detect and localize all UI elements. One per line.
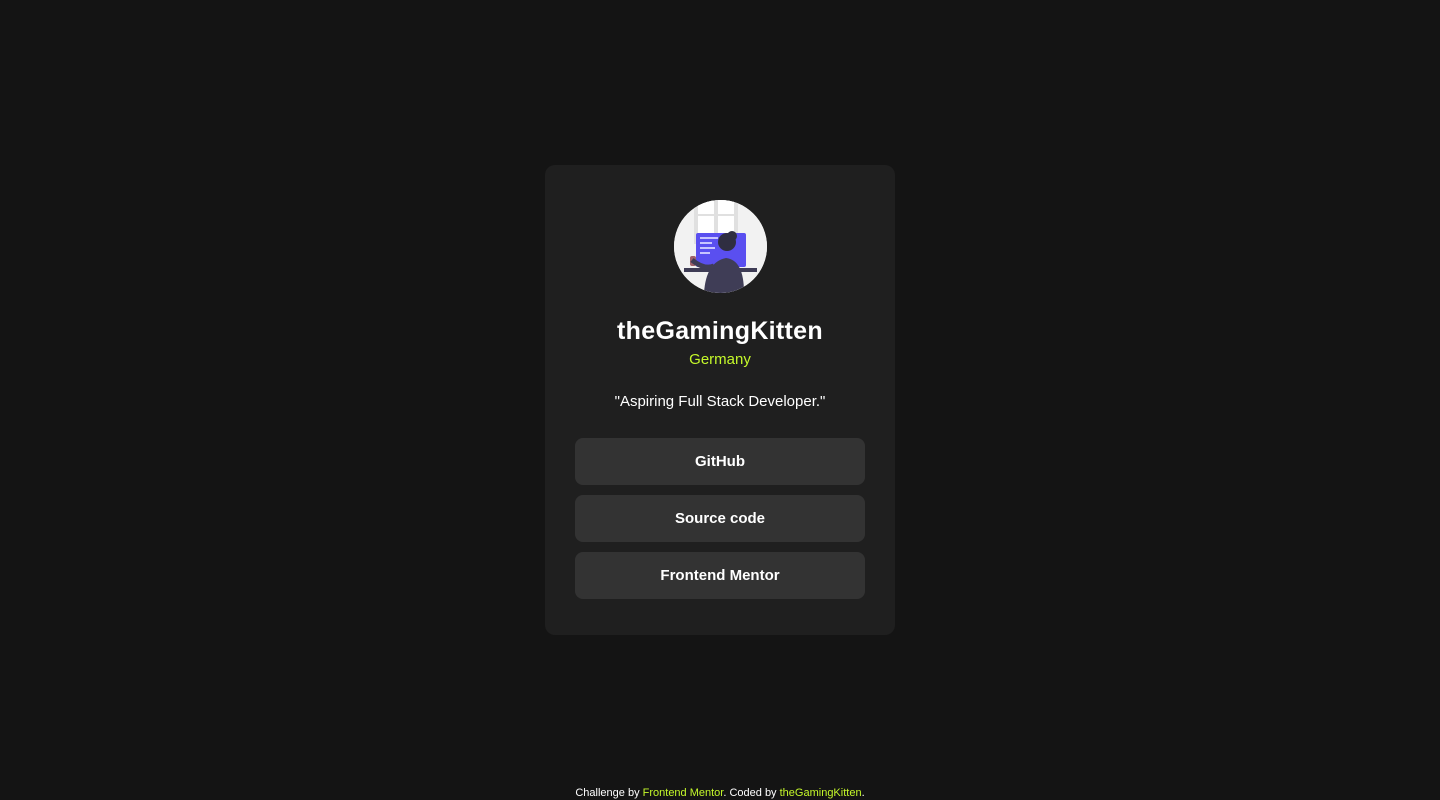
frontend-mentor-link-button[interactable]: Frontend Mentor <box>575 552 865 599</box>
profile-card: theGamingKitten Germany "Aspiring Full S… <box>545 165 895 635</box>
challenge-link[interactable]: Frontend Mentor <box>643 787 724 799</box>
attribution-middle: . Coded by <box>723 787 780 799</box>
avatar-illustration <box>673 200 767 293</box>
github-link-button[interactable]: GitHub <box>575 438 865 485</box>
profile-bio: "Aspiring Full Stack Developer." <box>614 393 826 410</box>
profile-name: theGamingKitten <box>617 317 823 345</box>
attribution-prefix: Challenge by <box>575 787 643 799</box>
avatar <box>673 200 767 293</box>
social-links: GitHub Source code Frontend Mentor <box>575 438 865 599</box>
source-code-link-button[interactable]: Source code <box>575 495 865 542</box>
attribution-footer: Challenge by Frontend Mentor. Coded by t… <box>0 786 1440 800</box>
author-link[interactable]: theGamingKitten <box>780 787 862 799</box>
profile-location: Germany <box>689 351 751 368</box>
attribution-suffix: . <box>861 787 865 799</box>
